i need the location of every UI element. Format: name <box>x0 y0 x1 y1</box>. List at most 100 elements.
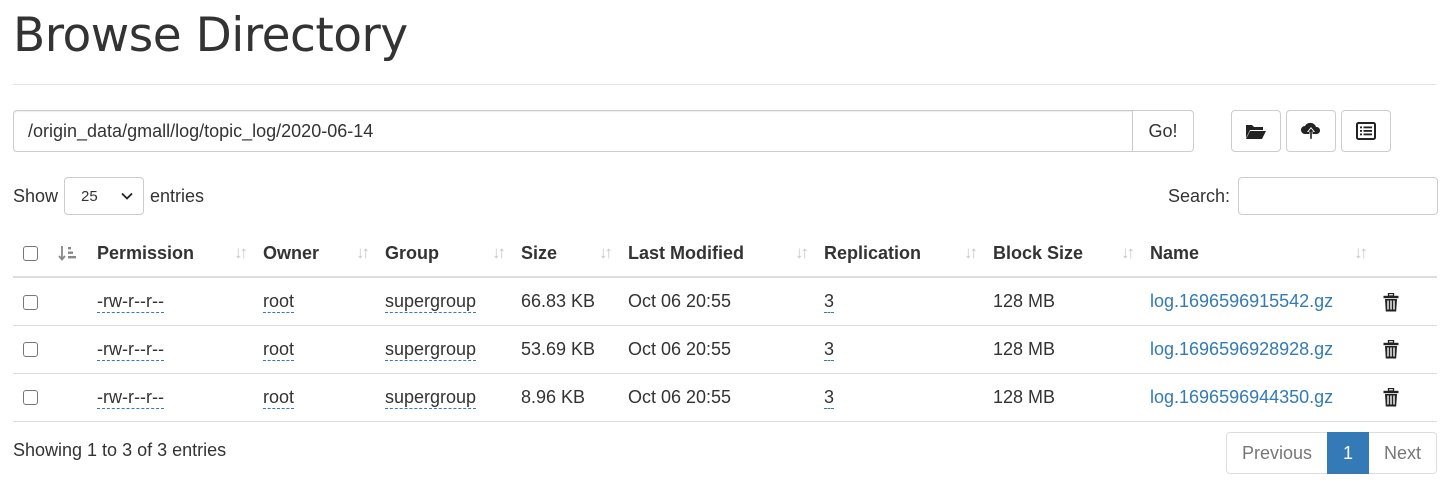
row-spacer <box>54 373 87 422</box>
modified-cell: Oct 06 20:55 <box>618 325 814 374</box>
upload-button[interactable] <box>1286 110 1336 152</box>
entries-select-value: 25 <box>81 187 98 205</box>
size-cell: 66.83 KB <box>511 277 618 326</box>
file-link[interactable]: log.1696596915542.gz <box>1150 291 1333 311</box>
header-size-label: Size <box>521 242 558 263</box>
row-checkbox[interactable] <box>23 342 38 358</box>
name-cell: log.1696596944350.gz <box>1140 373 1373 422</box>
sort-icon: ↓↑ <box>356 243 370 262</box>
path-input[interactable] <box>13 110 1132 152</box>
select-all-checkbox[interactable] <box>23 246 38 262</box>
group-link[interactable]: supergroup <box>385 386 477 409</box>
header-sort-default[interactable] <box>54 230 87 278</box>
header-group[interactable]: Group ↓↑ <box>375 230 511 278</box>
block-size-cell: 128 MB <box>983 373 1140 422</box>
file-link[interactable]: log.1696596928928.gz <box>1150 339 1333 359</box>
pagination: Previous 1 Next <box>1225 432 1437 474</box>
header-owner-label: Owner <box>263 242 320 263</box>
table-info: Showing 1 to 3 of 3 entries <box>13 440 227 460</box>
modified-cell: Oct 06 20:55 <box>618 373 814 422</box>
search-filter: Search: <box>1168 177 1438 215</box>
actions-cell <box>1373 373 1437 422</box>
actions-cell <box>1373 325 1437 374</box>
group-link[interactable]: supergroup <box>385 338 477 361</box>
header-permission[interactable]: Permission ↓↑ <box>87 230 253 278</box>
trash-icon[interactable] <box>1383 292 1399 312</box>
cloud-upload-icon <box>1301 122 1321 139</box>
permission-cell: -rw-r--r-- <box>87 325 253 374</box>
header-size[interactable]: Size ↓↑ <box>511 230 618 278</box>
file-link[interactable]: log.1696596944350.gz <box>1150 387 1333 407</box>
page-1-button[interactable]: 1 <box>1326 432 1369 474</box>
list-alt-icon <box>1356 122 1376 140</box>
sort-icon: ↓↑ <box>795 243 809 262</box>
table-row: -rw-r--r-- root supergroup 53.69 KB Oct … <box>13 325 1437 374</box>
owner-link[interactable]: root <box>263 290 295 313</box>
permission-link[interactable]: -rw-r--r-- <box>97 290 164 313</box>
sort-icon: ↓↑ <box>1121 243 1135 262</box>
header-block-size[interactable]: Block Size ↓↑ <box>983 230 1140 278</box>
table-header-row: Permission ↓↑ Owner ↓↑ Group ↓↑ Size ↓↑ Last… <box>13 230 1437 278</box>
search-label: Search: <box>1167 185 1230 206</box>
permission-cell: -rw-r--r-- <box>87 373 253 422</box>
permission-link[interactable]: -rw-r--r-- <box>97 386 164 409</box>
modified-cell: Oct 06 20:55 <box>618 277 814 326</box>
owner-link[interactable]: root <box>263 338 295 361</box>
sort-icon: ↓↑ <box>1354 243 1368 262</box>
sort-icon: ↓↑ <box>599 243 613 262</box>
previous-page-button[interactable]: Previous <box>1225 432 1327 474</box>
sort-icon: ↓↑ <box>964 243 978 262</box>
replication-link[interactable]: 3 <box>824 386 835 409</box>
permission-link[interactable]: -rw-r--r-- <box>97 338 164 361</box>
block-size-cell: 128 MB <box>983 277 1140 326</box>
header-last-modified-label: Last Modified <box>628 242 744 263</box>
row-spacer <box>54 325 87 374</box>
group-cell: supergroup <box>375 325 511 374</box>
header-block-size-label: Block Size <box>993 242 1084 263</box>
create-directory-button[interactable] <box>1231 110 1281 152</box>
header-name[interactable]: Name ↓↑ <box>1140 230 1373 278</box>
header-name-label: Name <box>1150 242 1200 263</box>
path-bar: Go! <box>13 110 1194 152</box>
trash-icon[interactable] <box>1383 388 1399 407</box>
show-label: Show <box>13 185 59 206</box>
group-cell: supergroup <box>375 277 511 326</box>
size-cell: 53.69 KB <box>511 325 618 374</box>
header-last-modified[interactable]: Last Modified ↓↑ <box>618 230 814 278</box>
header-select-all <box>13 230 54 278</box>
chevron-down-icon <box>121 192 133 200</box>
replication-link[interactable]: 3 <box>824 338 835 361</box>
next-page-button[interactable]: Next <box>1368 432 1437 474</box>
header-replication[interactable]: Replication ↓↑ <box>814 230 983 278</box>
entries-select[interactable]: 25 <box>64 177 145 215</box>
header-permission-label: Permission <box>97 242 195 263</box>
replication-cell: 3 <box>814 325 983 374</box>
row-select-cell <box>13 277 54 326</box>
owner-link[interactable]: root <box>263 386 295 409</box>
header-owner[interactable]: Owner ↓↑ <box>253 230 375 278</box>
sort-icon: ↓↑ <box>492 243 506 262</box>
row-select-cell <box>13 373 54 422</box>
entries-length: Show 25 entries <box>13 177 204 215</box>
name-cell: log.1696596928928.gz <box>1140 325 1373 374</box>
page-title: Browse Directory <box>13 8 408 63</box>
replication-cell: 3 <box>814 373 983 422</box>
owner-cell: root <box>253 325 375 374</box>
replication-link[interactable]: 3 <box>824 290 835 313</box>
go-button[interactable]: Go! <box>1132 110 1194 152</box>
permission-cell: -rw-r--r-- <box>87 277 253 326</box>
owner-cell: root <box>253 373 375 422</box>
sort-icon: ↓↑ <box>234 243 248 262</box>
replication-cell: 3 <box>814 277 983 326</box>
trash-icon[interactable] <box>1383 340 1399 359</box>
title-divider <box>13 84 1437 85</box>
search-input[interactable] <box>1238 177 1438 215</box>
group-link[interactable]: supergroup <box>385 290 477 313</box>
cut-paste-button[interactable] <box>1341 110 1391 152</box>
folder-open-icon <box>1246 125 1266 139</box>
header-replication-label: Replication <box>824 242 922 263</box>
row-checkbox[interactable] <box>23 294 38 310</box>
row-spacer <box>54 277 87 326</box>
row-checkbox[interactable] <box>23 390 38 406</box>
table-row: -rw-r--r-- root supergroup 8.96 KB Oct 0… <box>13 373 1437 422</box>
